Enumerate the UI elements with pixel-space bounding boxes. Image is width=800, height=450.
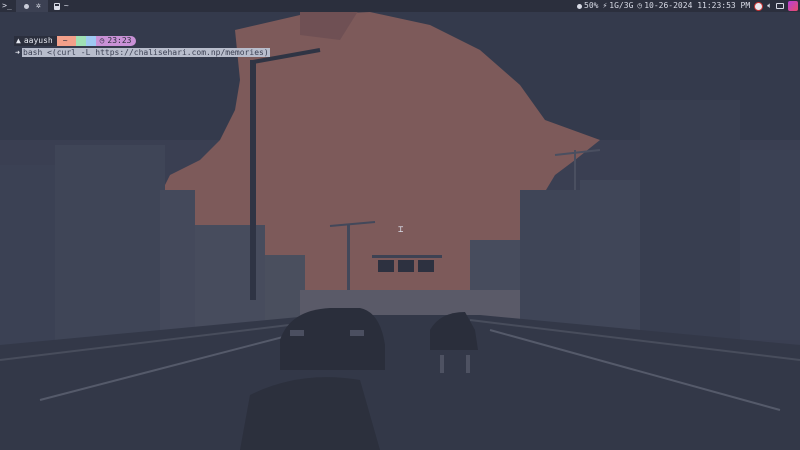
active-window[interactable]: ~ xyxy=(53,0,69,12)
terminal-output[interactable]: ▲ aayush ~ ◷ 23:23 ➜ bash <(curl -L http… xyxy=(14,36,270,58)
prompt-time: 23:23 xyxy=(107,36,132,45)
gear-icon[interactable]: ✲ xyxy=(36,0,41,12)
battery-indicator[interactable]: 50% xyxy=(577,0,598,12)
prompt-arrow-icon: ➜ xyxy=(15,48,20,57)
top-panel: >_ ✲ ~ 50% ⚡ 1G/3G ◷ 10-26-2024 11:23:53… xyxy=(0,0,800,12)
active-window-title: ~ xyxy=(63,1,69,10)
shell-prompt: ▲ aayush ~ ◷ 23:23 xyxy=(14,36,270,46)
volume-icon[interactable]: 🔈︎ xyxy=(767,0,772,12)
clock-icon: ◷ xyxy=(99,36,105,45)
clock-icon: ◷ xyxy=(637,1,643,10)
prompt-status-segment xyxy=(85,36,96,46)
display-icon[interactable] xyxy=(776,3,784,9)
panel-right: 50% ⚡ 1G/3G ◷ 10-26-2024 11:23:53 PM 🔈︎ xyxy=(577,0,798,12)
command-line[interactable]: ➜ bash <(curl -L https://chalisehari.com… xyxy=(0,47,270,58)
prompt-git-segment xyxy=(75,36,86,46)
memory-icon: ⚡ xyxy=(602,1,608,10)
prompt-dir: ~ xyxy=(62,36,68,45)
battery-icon xyxy=(577,3,583,9)
command-text[interactable]: bash <(curl -L https://chalisehari.com.n… xyxy=(22,48,270,57)
circle-dot-icon[interactable] xyxy=(24,3,29,9)
memory-label: 1G/3G xyxy=(609,1,634,10)
clock[interactable]: ◷ 10-26-2024 11:23:53 PM xyxy=(637,0,750,12)
terminal-icon xyxy=(53,2,60,10)
arch-logo-icon: ▲ xyxy=(16,36,21,45)
panel-left: >_ ✲ ~ xyxy=(0,0,69,12)
app-indicator-icon[interactable] xyxy=(754,1,764,11)
prompt-dir-segment: ~ xyxy=(56,36,76,46)
terminal-prompt-icon[interactable]: >_ xyxy=(0,0,14,12)
clock-label: 10-26-2024 11:23:53 PM xyxy=(644,1,751,10)
prompt-time-segment: ◷ 23:23 xyxy=(95,36,137,46)
memory-indicator[interactable]: ⚡ 1G/3G xyxy=(602,0,633,12)
power-icon[interactable] xyxy=(788,1,798,11)
prompt-user-segment: ▲ aayush xyxy=(14,36,57,46)
text-cursor-icon: ⌶ xyxy=(398,225,404,235)
battery-label: 50% xyxy=(584,1,599,10)
workspace-indicator: ✲ xyxy=(16,0,48,12)
prompt-user: aayush xyxy=(23,36,53,45)
